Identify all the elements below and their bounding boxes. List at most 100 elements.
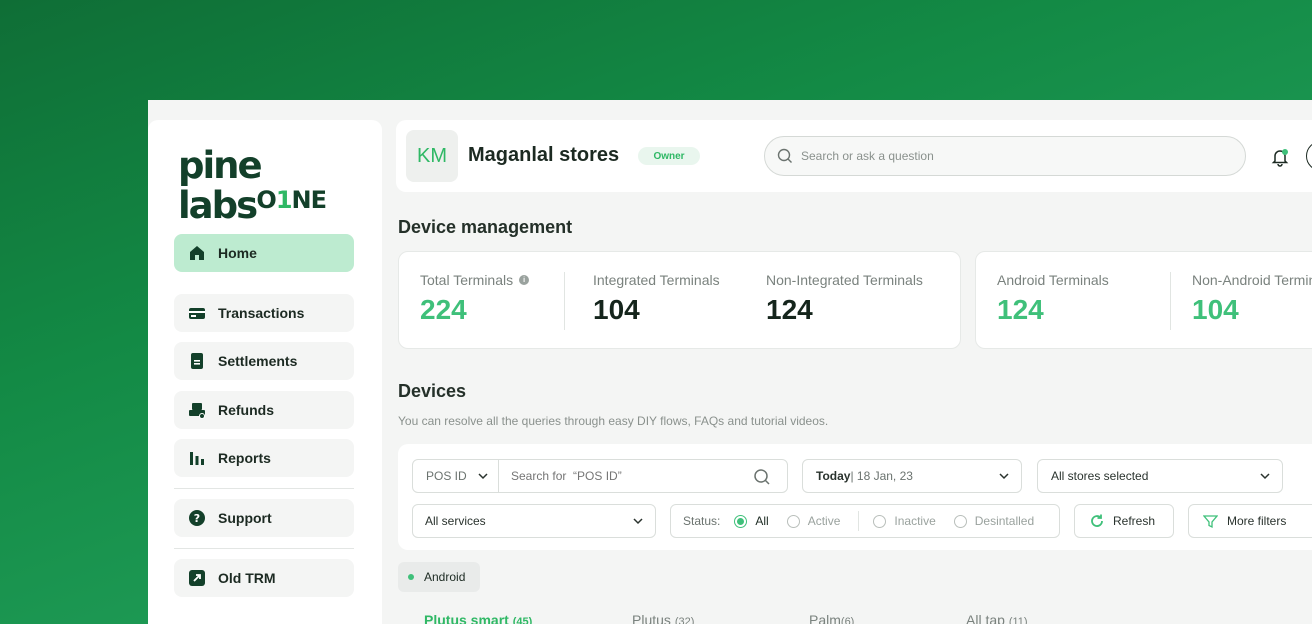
stat-android-terminals: Android Terminals 124 [997,272,1109,326]
platform-chip-android[interactable]: Android [398,562,480,592]
status-label: Status: [683,514,721,528]
chevron-down-icon [999,473,1009,480]
stat-label: Total Terminals [420,272,514,288]
radio-icon [873,514,887,528]
stat-value: 104 [593,294,640,325]
store-name: Maganlal stores [468,144,620,166]
search-icon [777,148,792,163]
device-management-title: Device management [398,217,573,237]
stores-select[interactable]: All stores selected [1037,459,1283,493]
app-window: pine labs O1NE Home Transactions Settlem… [148,100,1312,624]
tab-plutus-smart[interactable]: Plutus smart (45) [424,612,532,624]
stat-label: Non-Android Terminals [1192,272,1312,288]
radio-icon [953,514,967,528]
notification-bell-icon[interactable] [1270,147,1290,167]
global-search[interactable] [764,136,1246,176]
sidebar-divider [174,548,354,549]
pos-field-select-label: POS ID [426,469,467,483]
chevron-down-icon [478,473,488,480]
refresh-label: Refresh [1113,514,1156,528]
global-search-input[interactable] [801,149,1201,163]
role-badge: Owner [638,147,700,165]
sidebar-item-settlements[interactable]: Settlements [174,342,354,380]
stat-label: Integrated Terminals [593,272,720,288]
date-today-label: Today [816,469,851,483]
tab-all-tap[interactable]: All tap (11) [966,612,1028,624]
stat-divider [1170,272,1171,330]
status-radio-all[interactable]: All [734,514,769,528]
svg-text:?: ? [194,512,200,525]
status-radio-active[interactable]: Active [786,514,840,528]
more-filters-button[interactable]: More filters [1188,504,1312,538]
radio-icon [786,514,800,528]
sidebar-item-label: Support [218,510,272,526]
devices-subtitle: You can resolve all the queries through … [398,414,829,428]
stat-total-terminals: Total Terminals i 224 [420,272,530,326]
stat-integrated-terminals: Integrated Terminals 104 [593,272,720,326]
status-divider [858,511,860,531]
search-icon[interactable] [753,468,771,486]
status-radio-inactive[interactable]: Inactive [873,514,936,528]
stat-non-android-terminals: Non-Android Terminals 104 [1192,272,1312,326]
tab-plutus[interactable]: Plutus (32) [632,612,694,624]
refresh-button[interactable]: Refresh [1074,504,1174,538]
store-avatar[interactable]: KM [406,130,458,182]
help-icon: ? [188,509,206,527]
sidebar-item-old-trm[interactable]: Old TRM [174,559,354,597]
status-radio-desintalled[interactable]: Desintalled [953,514,1034,528]
platform-chip-label: Android [424,570,466,584]
card-icon [188,304,206,322]
tab-palm[interactable]: Palm(6) [809,612,854,624]
sidebar-item-refunds[interactable]: Refunds [174,391,354,429]
services-select[interactable]: All services [412,504,656,538]
sidebar-item-support[interactable]: ? Support [174,499,354,537]
chevron-down-icon [633,518,643,525]
sidebar-item-home[interactable]: Home [174,234,354,272]
sidebar-item-reports[interactable]: Reports [174,439,354,477]
date-range-select[interactable]: Today | 18 Jan, 23 [802,459,1022,493]
filters-panel: POS ID Today | 18 Jan, 23 All stores sel… [398,444,1312,550]
pos-search-group: POS ID [412,459,788,493]
stat-non-integrated-terminals: Non-Integrated Terminals 124 [766,272,923,326]
sidebar-item-label: Transactions [218,305,305,321]
services-select-label: All services [425,514,486,528]
stat-value: 124 [997,294,1044,325]
chevron-down-icon [1260,473,1270,480]
stores-select-label: All stores selected [1051,469,1149,483]
refresh-icon [1091,514,1103,527]
sidebar-item-transactions[interactable]: Transactions [174,294,354,332]
logo-one: O1NE [256,186,327,214]
pos-search-input[interactable] [511,469,741,483]
stat-value: 224 [420,294,467,325]
sidebar-item-label: Home [218,245,257,261]
terminal-stats-card: Total Terminals i 224 Integrated Terminal… [398,251,961,349]
home-icon [188,244,206,262]
stat-label: Non-Integrated Terminals [766,272,923,288]
sidebar-item-label: Refunds [218,402,274,418]
external-link-icon [188,569,206,587]
stat-value: 104 [1192,294,1239,325]
radio-icon [734,514,748,528]
top-header: KM Maganlal stores Owner [396,120,1312,192]
status-filter: Status: All Active Inactive Desintalled [670,504,1060,538]
stat-divider [564,272,565,330]
sidebar: pine labs O1NE Home Transactions Settlem… [148,120,382,624]
date-value: | 18 Jan, 23 [850,469,913,483]
stat-label: Android Terminals [997,272,1109,288]
sidebar-item-label: Old TRM [218,570,276,586]
pos-field-select[interactable]: POS ID [413,459,499,493]
sidebar-divider [174,488,354,489]
bar-chart-icon [188,449,206,467]
status-dot [408,574,414,580]
android-stats-card: Android Terminals 124 Non-Android Termin… [975,251,1312,349]
filter-icon [1203,514,1218,528]
document-icon [188,352,206,370]
profile-avatar[interactable] [1306,141,1312,171]
stat-value: 124 [766,294,813,325]
refund-icon [188,401,206,419]
sidebar-item-label: Settlements [218,353,298,369]
info-icon[interactable]: i [519,275,530,285]
more-filters-label: More filters [1227,514,1287,528]
devices-title: Devices [398,381,467,401]
sidebar-item-label: Reports [218,450,271,466]
